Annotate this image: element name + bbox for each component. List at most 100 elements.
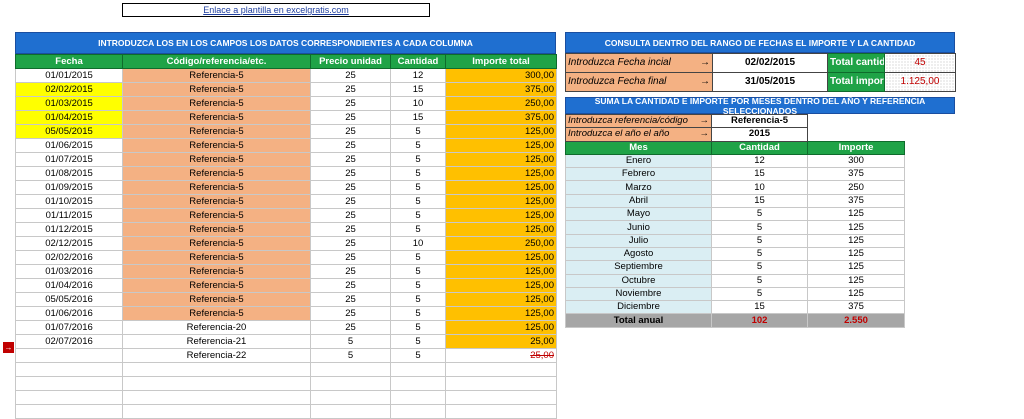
fecha-cell[interactable]: 02/07/2016 xyxy=(15,334,123,349)
importe-cell[interactable]: 125,00 xyxy=(445,292,557,307)
fecha-cell[interactable]: 05/05/2015 xyxy=(15,124,123,139)
fecha-cell[interactable]: 01/03/2015 xyxy=(15,96,123,111)
empty-cell[interactable] xyxy=(390,362,446,377)
reference-input-cell[interactable]: Referencia-5 xyxy=(711,113,808,129)
reference-cell[interactable]: Referencia-5 xyxy=(122,82,311,97)
importe-cell[interactable]: 125,00 xyxy=(445,306,557,321)
reference-cell[interactable]: Referencia-5 xyxy=(122,124,311,139)
cantidad-cell[interactable]: 10 xyxy=(390,236,446,251)
fecha-cell[interactable]: 01/12/2015 xyxy=(15,222,123,237)
empty-cell[interactable] xyxy=(390,376,446,391)
reference-cell[interactable]: Referencia-5 xyxy=(122,110,311,125)
reference-cell[interactable]: Referencia-5 xyxy=(122,96,311,111)
precio-cell[interactable]: 25 xyxy=(310,208,391,223)
cantidad-cell[interactable]: 15 xyxy=(390,82,446,97)
importe-cell[interactable]: 25,00 xyxy=(445,348,557,363)
empty-cell[interactable] xyxy=(390,404,446,419)
fecha-cell[interactable]: 01/04/2015 xyxy=(15,110,123,125)
importe-cell[interactable]: 25,00 xyxy=(445,334,557,349)
precio-cell[interactable]: 25 xyxy=(310,278,391,293)
reference-cell[interactable]: Referencia-5 xyxy=(122,250,311,265)
empty-cell[interactable] xyxy=(445,376,557,391)
reference-cell[interactable]: Referencia-5 xyxy=(122,138,311,153)
importe-cell[interactable]: 125,00 xyxy=(445,278,557,293)
cantidad-cell[interactable]: 5 xyxy=(390,138,446,153)
year-input-cell[interactable]: 2015 xyxy=(711,127,808,142)
cantidad-cell[interactable]: 5 xyxy=(390,348,446,363)
cantidad-cell[interactable]: 5 xyxy=(390,278,446,293)
importe-cell[interactable]: 375,00 xyxy=(445,82,557,97)
empty-cell[interactable] xyxy=(122,362,311,377)
cantidad-cell[interactable]: 5 xyxy=(390,292,446,307)
precio-cell[interactable]: 25 xyxy=(310,306,391,321)
empty-cell[interactable] xyxy=(122,390,311,405)
fecha-cell[interactable]: 02/02/2015 xyxy=(15,82,123,97)
empty-cell[interactable] xyxy=(15,376,123,391)
cantidad-cell[interactable]: 5 xyxy=(390,222,446,237)
importe-cell[interactable]: 125,00 xyxy=(445,180,557,195)
fecha-cell[interactable]: 01/08/2015 xyxy=(15,166,123,181)
importe-cell[interactable]: 250,00 xyxy=(445,236,557,251)
precio-cell[interactable]: 25 xyxy=(310,250,391,265)
precio-cell[interactable]: 25 xyxy=(310,124,391,139)
importe-cell[interactable]: 125,00 xyxy=(445,264,557,279)
cantidad-cell[interactable]: 5 xyxy=(390,320,446,335)
precio-cell[interactable]: 5 xyxy=(310,348,391,363)
reference-cell[interactable]: Referencia-5 xyxy=(122,166,311,181)
reference-cell[interactable]: Referencia-21 xyxy=(122,334,311,349)
precio-cell[interactable]: 25 xyxy=(310,110,391,125)
precio-cell[interactable]: 25 xyxy=(310,236,391,251)
fecha-cell[interactable]: 01/07/2015 xyxy=(15,152,123,167)
fecha-cell[interactable]: 01/04/2016 xyxy=(15,278,123,293)
fecha-cell[interactable]: 01/11/2015 xyxy=(15,208,123,223)
cantidad-cell[interactable]: 12 xyxy=(390,68,446,83)
fecha-cell[interactable]: 01/06/2016 xyxy=(15,306,123,321)
precio-cell[interactable]: 25 xyxy=(310,152,391,167)
fecha-cell[interactable]: 01/09/2015 xyxy=(15,180,123,195)
empty-cell[interactable] xyxy=(390,390,446,405)
cantidad-cell[interactable]: 5 xyxy=(390,124,446,139)
empty-cell[interactable] xyxy=(310,404,391,419)
fecha-cell[interactable]: 01/06/2015 xyxy=(15,138,123,153)
cantidad-cell[interactable]: 5 xyxy=(390,166,446,181)
empty-cell[interactable] xyxy=(310,362,391,377)
fecha-cell[interactable]: 01/03/2016 xyxy=(15,264,123,279)
start-date-cell[interactable]: 02/02/2015 xyxy=(712,53,828,73)
cantidad-cell[interactable]: 5 xyxy=(390,152,446,167)
importe-cell[interactable]: 125,00 xyxy=(445,250,557,265)
cantidad-cell[interactable]: 5 xyxy=(390,208,446,223)
precio-cell[interactable]: 25 xyxy=(310,320,391,335)
cantidad-cell[interactable]: 5 xyxy=(390,334,446,349)
cantidad-cell[interactable]: 5 xyxy=(390,264,446,279)
empty-cell[interactable] xyxy=(122,376,311,391)
empty-cell[interactable] xyxy=(445,390,557,405)
precio-cell[interactable]: 25 xyxy=(310,68,391,83)
cantidad-cell[interactable]: 5 xyxy=(390,306,446,321)
importe-cell[interactable]: 375,00 xyxy=(445,110,557,125)
importe-cell[interactable]: 125,00 xyxy=(445,124,557,139)
reference-cell[interactable]: Referencia-22 xyxy=(122,348,311,363)
fecha-cell[interactable]: 01/01/2015 xyxy=(15,68,123,83)
precio-cell[interactable]: 25 xyxy=(310,292,391,307)
fecha-cell[interactable] xyxy=(15,348,123,363)
importe-cell[interactable]: 125,00 xyxy=(445,138,557,153)
end-date-cell[interactable]: 31/05/2015 xyxy=(712,72,828,92)
reference-cell[interactable]: Referencia-20 xyxy=(122,320,311,335)
precio-cell[interactable]: 25 xyxy=(310,166,391,181)
reference-cell[interactable]: Referencia-5 xyxy=(122,292,311,307)
importe-cell[interactable]: 125,00 xyxy=(445,166,557,181)
reference-cell[interactable]: Referencia-5 xyxy=(122,278,311,293)
importe-cell[interactable]: 250,00 xyxy=(445,96,557,111)
precio-cell[interactable]: 5 xyxy=(310,334,391,349)
fecha-cell[interactable]: 02/12/2015 xyxy=(15,236,123,251)
importe-cell[interactable]: 300,00 xyxy=(445,68,557,83)
empty-cell[interactable] xyxy=(445,362,557,377)
importe-cell[interactable]: 125,00 xyxy=(445,208,557,223)
empty-cell[interactable] xyxy=(122,404,311,419)
empty-cell[interactable] xyxy=(310,376,391,391)
precio-cell[interactable]: 25 xyxy=(310,180,391,195)
reference-cell[interactable]: Referencia-5 xyxy=(122,208,311,223)
cantidad-cell[interactable]: 5 xyxy=(390,180,446,195)
cantidad-cell[interactable]: 10 xyxy=(390,96,446,111)
template-link[interactable]: Enlace a plantilla en excelgratis.com xyxy=(203,5,349,15)
